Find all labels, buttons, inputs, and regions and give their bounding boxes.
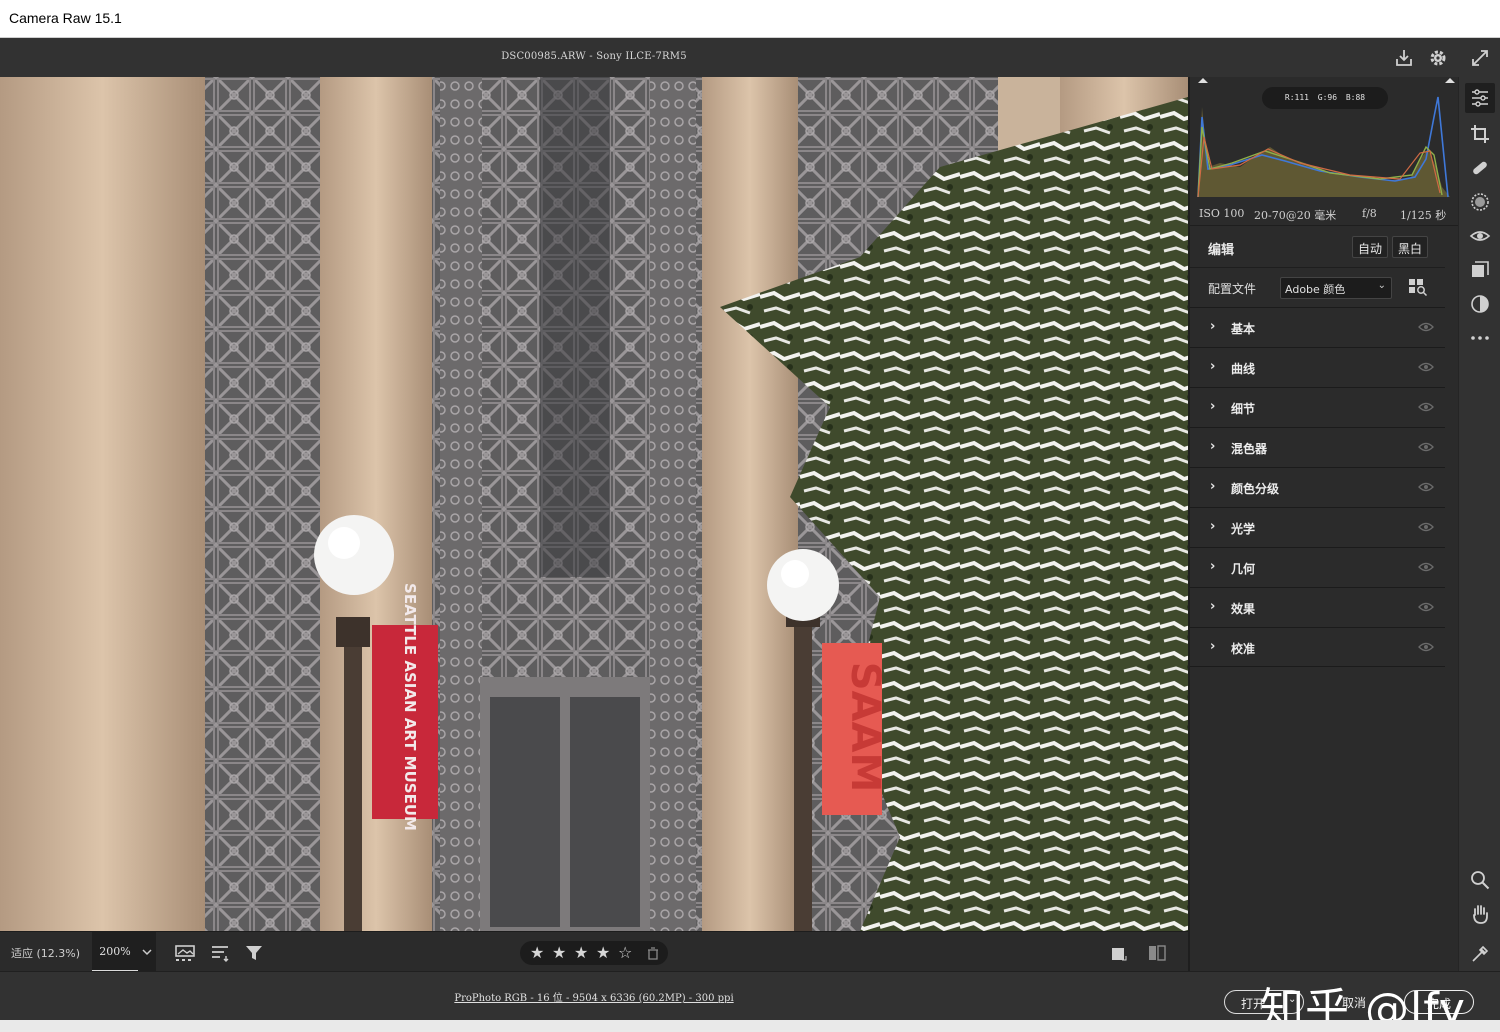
chevron-right-icon: › — [1210, 479, 1216, 494]
eye-icon[interactable] — [1418, 521, 1434, 533]
rating-star[interactable]: ☆ — [618, 943, 632, 962]
black-white-button[interactable]: 黑白 — [1392, 236, 1429, 258]
top-bar: DSC00985.ARW - Sony ILCE-7RM5 — [0, 38, 1458, 77]
fullscreen-icon[interactable] — [1469, 47, 1491, 69]
chevron-right-icon: › — [1210, 359, 1216, 374]
section-basic[interactable]: › 基本 — [1190, 307, 1445, 347]
rating-star[interactable]: ★ — [596, 943, 610, 962]
more-icon[interactable] — [1469, 327, 1491, 349]
color-sampler-icon[interactable] — [1469, 943, 1491, 965]
trash-icon[interactable] — [646, 946, 660, 960]
zoom-icon[interactable] — [1469, 869, 1491, 891]
chevron-right-icon: › — [1210, 399, 1216, 414]
exif-lens: 20-70@20 毫米 — [1254, 209, 1337, 222]
filmstrip-icon[interactable] — [174, 942, 196, 964]
chevron-right-icon: › — [1210, 599, 1216, 614]
section-label: 效果 — [1231, 602, 1256, 616]
section-detail[interactable]: › 细节 — [1190, 387, 1445, 427]
section-optics[interactable]: › 光学 — [1190, 507, 1445, 547]
section-label: 曲线 — [1231, 362, 1256, 376]
chevron-right-icon: › — [1210, 519, 1216, 534]
eye-icon[interactable] — [1418, 441, 1434, 453]
section-calibration[interactable]: › 校准 — [1190, 627, 1445, 667]
hand-icon[interactable] — [1469, 903, 1491, 925]
exif-shutter: 1/125 秒 — [1400, 209, 1447, 222]
highlight-clipping-icon — [1445, 78, 1455, 83]
edit-panel: R:111 G:96 B:88 ISO 100 20-70@20 毫米 f/8 … — [1188, 77, 1458, 971]
eye-icon[interactable] — [1418, 601, 1434, 613]
section-label: 光学 — [1231, 522, 1256, 536]
banner-right-text: SAAM — [842, 662, 888, 793]
zoom-level-button[interactable]: 200% — [92, 932, 138, 972]
view-toolbar: 适应 (12.3%) 200% ★ ★ ★ ★ ☆ — [0, 931, 1188, 972]
profile-row: 配置文件 Adobe 颜色 ⌄ — [1190, 267, 1445, 307]
gear-icon[interactable] — [1427, 47, 1449, 69]
rating-star[interactable]: ★ — [552, 943, 566, 962]
histogram: R:111 G:96 B:88 ISO 100 20-70@20 毫米 f/8 … — [1190, 77, 1458, 225]
eye-icon[interactable] — [1418, 401, 1434, 413]
edit-header: 编辑 自动 黑白 — [1190, 225, 1458, 267]
rating-star[interactable]: ★ — [530, 943, 544, 962]
healing-icon[interactable] — [1469, 157, 1491, 179]
zoom-fit-button[interactable]: 适应 (12.3%) — [0, 932, 92, 972]
photo-image: SEATTLE ASIAN ART MUSEUM SAAM — [0, 77, 1188, 931]
camera-raw-app: DSC00985.ARW - Sony ILCE-7RM5 SEATTLE AS… — [0, 38, 1500, 1032]
bottom-strip — [0, 1020, 1500, 1032]
section-label: 颜色分级 — [1231, 482, 1280, 496]
chevron-right-icon: › — [1210, 319, 1216, 334]
section-effects[interactable]: › 效果 — [1190, 587, 1445, 627]
section-label: 几何 — [1231, 562, 1256, 576]
auto-button[interactable]: 自动 — [1352, 236, 1389, 258]
shadow-clipping-icon — [1198, 78, 1208, 83]
edit-sliders-icon[interactable] — [1469, 87, 1491, 109]
filter-icon[interactable] — [243, 942, 265, 964]
eye-icon[interactable] — [1418, 481, 1434, 493]
red-eye-icon[interactable] — [1469, 225, 1491, 247]
sort-icon[interactable] — [209, 942, 231, 964]
masking-icon[interactable] — [1469, 191, 1491, 213]
workflow-options-link[interactable]: ProPhoto RGB - 16 位 - 9504 x 6336 (60.2M… — [0, 989, 1188, 1004]
eye-icon[interactable] — [1418, 361, 1434, 373]
section-label: 细节 — [1231, 402, 1256, 416]
eye-icon[interactable] — [1418, 561, 1434, 573]
section-label: 基本 — [1231, 322, 1256, 336]
eye-icon[interactable] — [1418, 321, 1434, 333]
chevron-right-icon: › — [1210, 639, 1216, 654]
snapshots-icon[interactable] — [1469, 293, 1491, 315]
exif-aperture: f/8 — [1362, 207, 1377, 220]
profile-browser-icon[interactable] — [1408, 278, 1428, 296]
profile-select[interactable]: Adobe 颜色 ⌄ — [1280, 277, 1392, 299]
single-view-icon[interactable] — [1108, 942, 1130, 964]
profile-value: Adobe 颜色 — [1285, 283, 1346, 296]
exif-iso: ISO 100 — [1199, 207, 1245, 220]
chevron-right-icon: › — [1210, 559, 1216, 574]
window-titlebar: Camera Raw 15.1 — [0, 0, 1500, 38]
chevron-right-icon: › — [1210, 439, 1216, 454]
window-title: Camera Raw 15.1 — [9, 10, 122, 26]
chevron-down-icon: ⌄ — [1377, 280, 1386, 291]
eye-icon[interactable] — [1418, 641, 1434, 653]
section-curve[interactable]: › 曲线 — [1190, 347, 1445, 387]
file-name: DSC00985.ARW - Sony ILCE-7RM5 — [501, 51, 687, 62]
profile-label: 配置文件 — [1208, 282, 1257, 296]
star-rating[interactable]: ★ ★ ★ ★ ☆ — [520, 941, 668, 965]
tool-strip — [1458, 77, 1500, 971]
section-label: 校准 — [1231, 642, 1256, 656]
banner-left-text: SEATTLE ASIAN ART MUSEUM — [401, 583, 419, 831]
before-after-icon[interactable] — [1146, 942, 1168, 964]
photo-preview[interactable]: SEATTLE ASIAN ART MUSEUM SAAM — [0, 77, 1188, 931]
presets-icon[interactable] — [1469, 259, 1491, 281]
chevron-down-icon — [142, 949, 152, 956]
section-label: 混色器 — [1231, 442, 1268, 456]
rgb-readout: R:111 G:96 B:88 — [1262, 87, 1388, 109]
save-icon[interactable] — [1393, 47, 1415, 69]
crop-icon[interactable] — [1469, 123, 1491, 145]
rating-star[interactable]: ★ — [574, 943, 588, 962]
section-color-mixer[interactable]: › 混色器 — [1190, 427, 1445, 467]
section-geometry[interactable]: › 几何 — [1190, 547, 1445, 587]
edit-title: 编辑 — [1208, 243, 1235, 258]
section-color-grading[interactable]: › 颜色分级 — [1190, 467, 1445, 507]
zoom-dropdown[interactable] — [138, 932, 156, 972]
adjustment-sections: › 基本 › 曲线 › 细节 › 混色器 › 颜色分级 › 光学 › 几何 › … — [1190, 307, 1445, 667]
